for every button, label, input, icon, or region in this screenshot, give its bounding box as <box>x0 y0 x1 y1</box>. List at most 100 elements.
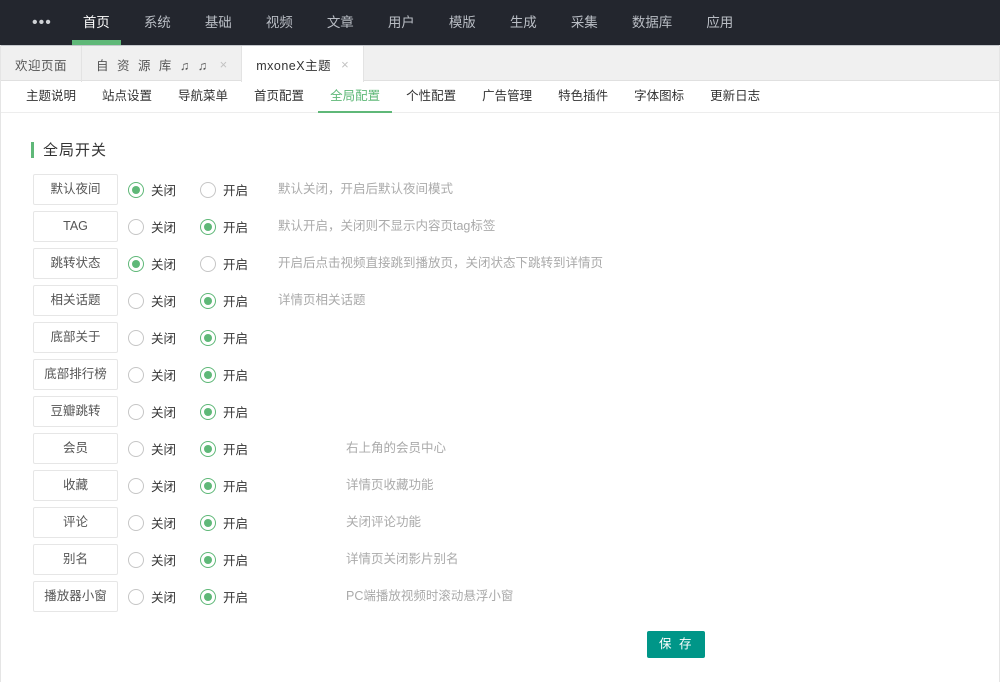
radio-on-label: 开启 <box>223 402 248 421</box>
window-tab[interactable]: 自 资 源 库 ♫ ♫ × <box>82 46 242 82</box>
radio-on[interactable]: 开启 <box>200 180 248 199</box>
radio-button-icon <box>200 515 216 531</box>
config-tab[interactable]: 首页配置 <box>242 81 316 113</box>
navbar-item[interactable]: 文章 <box>316 0 365 45</box>
main-frame: 欢迎页面 自 资 源 库 ♫ ♫ × mxoneX主题 × 主题说明站点设置导航… <box>0 45 1000 682</box>
navbar-item[interactable]: 系统 <box>133 0 182 45</box>
radio-group: 关闭 开启 <box>128 217 272 236</box>
config-tab[interactable]: 广告管理 <box>470 81 544 113</box>
radio-on[interactable]: 开启 <box>200 365 248 384</box>
radio-button-icon <box>200 330 216 346</box>
config-tab[interactable]: 更新日志 <box>698 81 772 113</box>
radio-button-icon <box>128 256 144 272</box>
config-tab[interactable]: 字体图标 <box>622 81 696 113</box>
radio-off-label: 关闭 <box>151 476 176 495</box>
setting-description: 开启后点击视频直接跳到播放页，关闭状态下跳转到详情页 <box>278 248 603 279</box>
radio-group: 关闭 开启 <box>128 254 272 273</box>
navbar-item-label: 用户 <box>388 15 415 30</box>
navbar-item[interactable]: 采集 <box>560 0 609 45</box>
setting-row: 底部排行榜 关闭 开启 <box>33 359 999 390</box>
navbar-item[interactable]: 模版 <box>438 0 487 45</box>
section-title: 全局开关 <box>31 139 999 160</box>
navbar-item[interactable]: 生成 <box>499 0 548 45</box>
setting-description: 详情页收藏功能 <box>346 470 434 501</box>
section-accent-bar <box>31 142 34 158</box>
setting-row: 评论 关闭 开启 关闭评论功能 <box>33 507 999 538</box>
setting-row: 会员 关闭 开启 右上角的会员中心 <box>33 433 999 464</box>
navbar-item[interactable]: 首页 <box>72 0 121 45</box>
close-icon[interactable]: × <box>341 58 349 71</box>
radio-off[interactable]: 关闭 <box>128 217 176 236</box>
setting-row: 默认夜间 关闭 开启 默认关闭，开启后默认夜间模式 <box>33 174 999 205</box>
navbar-item[interactable]: 基础 <box>194 0 243 45</box>
setting-row: 播放器小窗 关闭 开启 PC端播放视频时滚动悬浮小窗 <box>33 581 999 612</box>
save-area: 保 存 <box>647 631 999 658</box>
radio-on[interactable]: 开启 <box>200 291 248 310</box>
config-tab[interactable]: 站点设置 <box>90 81 164 113</box>
window-tab-label: 自 资 源 库 ♫ ♫ <box>96 55 210 74</box>
radio-off[interactable]: 关闭 <box>128 439 176 458</box>
radio-on[interactable]: 开启 <box>200 254 248 273</box>
config-tab[interactable]: 主题说明 <box>14 81 88 113</box>
navbar-item-label: 应用 <box>706 15 733 30</box>
radio-off[interactable]: 关闭 <box>128 587 176 606</box>
setting-label: 底部关于 <box>33 322 118 353</box>
radio-button-icon <box>200 219 216 235</box>
radio-on[interactable]: 开启 <box>200 513 248 532</box>
setting-description: 详情页关闭影片别名 <box>346 544 459 575</box>
radio-button-icon <box>200 441 216 457</box>
radio-off[interactable]: 关闭 <box>128 365 176 384</box>
navbar-item[interactable]: 视频 <box>255 0 304 45</box>
radio-off-label: 关闭 <box>151 217 176 236</box>
radio-off[interactable]: 关闭 <box>128 291 176 310</box>
radio-button-icon <box>200 552 216 568</box>
radio-button-icon <box>128 367 144 383</box>
radio-on[interactable]: 开启 <box>200 402 248 421</box>
config-tab[interactable]: 特色插件 <box>546 81 620 113</box>
setting-label: 跳转状态 <box>33 248 118 279</box>
radio-on[interactable]: 开启 <box>200 476 248 495</box>
save-button[interactable]: 保 存 <box>647 631 705 658</box>
radio-off-label: 关闭 <box>151 365 176 384</box>
radio-on[interactable]: 开启 <box>200 439 248 458</box>
config-tab[interactable]: 导航菜单 <box>166 81 240 113</box>
radio-off[interactable]: 关闭 <box>128 513 176 532</box>
radio-on[interactable]: 开启 <box>200 217 248 236</box>
radio-on-label: 开启 <box>223 217 248 236</box>
radio-off[interactable]: 关闭 <box>128 550 176 569</box>
navbar-item[interactable]: 用户 <box>377 0 426 45</box>
config-tab[interactable]: 全局配置 <box>318 81 392 113</box>
radio-off[interactable]: 关闭 <box>128 476 176 495</box>
navbar-item[interactable]: 数据库 <box>621 0 684 45</box>
navbar-item[interactable]: 应用 <box>695 0 744 45</box>
more-menu-icon[interactable]: ••• <box>18 0 66 45</box>
radio-button-icon <box>128 552 144 568</box>
setting-label: 默认夜间 <box>33 174 118 205</box>
window-tab[interactable]: mxoneX主题 × <box>242 46 362 82</box>
navbar-item-label: 基础 <box>205 15 232 30</box>
close-icon[interactable]: × <box>220 58 228 71</box>
setting-description: 关闭评论功能 <box>346 507 421 538</box>
radio-group: 关闭 开启 <box>128 476 272 495</box>
radio-on-label: 开启 <box>223 439 248 458</box>
config-tab[interactable]: 个性配置 <box>394 81 468 113</box>
navbar-item-label: 视频 <box>266 15 293 30</box>
radio-off[interactable]: 关闭 <box>128 328 176 347</box>
settings-panel: 全局开关 默认夜间 关闭 开启 默认关闭，开启后默认夜间模式 TAG 关闭 开启 <box>1 139 999 682</box>
radio-on-label: 开启 <box>223 180 248 199</box>
window-tab[interactable]: 欢迎页面 <box>1 46 82 82</box>
radio-group: 关闭 开启 <box>128 365 272 384</box>
radio-off[interactable]: 关闭 <box>128 180 176 199</box>
radio-on-label: 开启 <box>223 550 248 569</box>
radio-off[interactable]: 关闭 <box>128 402 176 421</box>
radio-off[interactable]: 关闭 <box>128 254 176 273</box>
setting-label: 别名 <box>33 544 118 575</box>
radio-on[interactable]: 开启 <box>200 587 248 606</box>
radio-on[interactable]: 开启 <box>200 328 248 347</box>
radio-on[interactable]: 开启 <box>200 550 248 569</box>
radio-button-icon <box>200 256 216 272</box>
navbar-item-label: 采集 <box>571 15 598 30</box>
setting-description: 默认开启，关闭则不显示内容页tag标签 <box>278 211 495 242</box>
radio-button-icon <box>200 367 216 383</box>
setting-description: 默认关闭，开启后默认夜间模式 <box>278 174 453 205</box>
